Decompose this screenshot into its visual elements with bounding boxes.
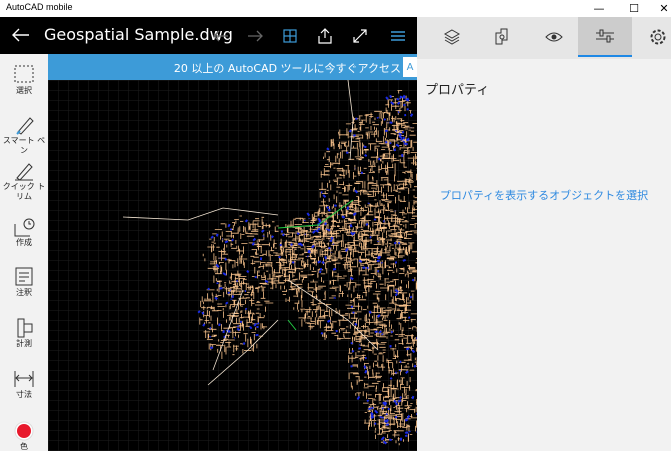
panel-heading: プロパティ bbox=[425, 83, 490, 98]
promo-banner-text: 20 以上の AutoCAD ツールに今すぐアクセス bbox=[173, 62, 401, 75]
select-icon bbox=[14, 65, 34, 83]
maximize-button[interactable]: ☐ bbox=[620, 0, 648, 17]
redo-icon bbox=[248, 30, 263, 42]
measure-tool[interactable]: 計測 bbox=[0, 317, 48, 349]
tab-blocks[interactable] bbox=[475, 17, 529, 57]
menu-button[interactable] bbox=[385, 23, 411, 49]
annotate-tool-label: 注釈 bbox=[16, 288, 32, 297]
close-button[interactable]: ✕ bbox=[650, 0, 671, 17]
minimize-icon: — bbox=[593, 2, 605, 15]
undo-button[interactable] bbox=[208, 23, 234, 49]
create-tool[interactable]: 作成 bbox=[0, 216, 48, 248]
grid-icon bbox=[283, 29, 297, 43]
smart-pen-tool[interactable]: スマート ペン bbox=[0, 114, 48, 156]
color-icon bbox=[14, 421, 34, 441]
back-button[interactable] bbox=[8, 22, 34, 48]
menu-icon bbox=[391, 31, 405, 41]
tool-rail: 選択 スマート ペン クイック トリム 作成 注釈 計測 寸法 色 bbox=[0, 54, 48, 451]
drawing-toolbar: Geospatial Sample.dwg bbox=[0, 17, 417, 54]
tab-properties[interactable] bbox=[578, 17, 632, 57]
grid-button[interactable] bbox=[277, 23, 303, 49]
quick-trim-tool[interactable]: クイック トリム bbox=[0, 160, 48, 202]
properties-panel: プロパティ プロパティを表示するオブジェクトを選択 bbox=[417, 17, 671, 451]
smart-pen-icon bbox=[16, 117, 34, 135]
tab-view[interactable] bbox=[527, 17, 581, 57]
measure-icon bbox=[17, 318, 33, 338]
create-tool-label: 作成 bbox=[16, 238, 32, 247]
view-icon bbox=[545, 32, 563, 42]
dimension-tool[interactable]: 寸法 bbox=[0, 368, 48, 400]
app-title: AutoCAD mobile bbox=[6, 2, 73, 12]
fullscreen-icon bbox=[353, 29, 367, 43]
drawing-canvas[interactable] bbox=[48, 80, 417, 451]
dimension-tool-label: 寸法 bbox=[16, 390, 32, 399]
undo-icon bbox=[213, 30, 228, 42]
share-button[interactable] bbox=[312, 23, 338, 49]
select-object-message[interactable]: プロパティを表示するオブジェクトを選択 bbox=[417, 187, 671, 203]
tab-settings[interactable] bbox=[631, 17, 671, 57]
back-icon bbox=[12, 28, 29, 42]
annotate-icon bbox=[15, 267, 33, 286]
select-tool-label: 選択 bbox=[16, 86, 32, 95]
fullscreen-button[interactable] bbox=[347, 23, 373, 49]
measure-tool-label: 計測 bbox=[16, 339, 32, 348]
dimension-icon bbox=[14, 371, 34, 387]
promo-banner[interactable]: 20 以上の AutoCAD ツールに今すぐアクセス A bbox=[48, 54, 417, 80]
settings-icon bbox=[650, 29, 666, 45]
blocks-icon bbox=[495, 28, 508, 45]
properties-icon bbox=[596, 29, 614, 43]
share-icon bbox=[318, 28, 332, 44]
quick-trim-icon bbox=[15, 163, 33, 181]
color-tool[interactable]: 色 bbox=[0, 420, 48, 452]
smart-pen-tool-label: スマート ペン bbox=[2, 136, 46, 155]
promo-banner-edge: A bbox=[403, 57, 417, 77]
quick-trim-tool-label: クイック トリム bbox=[2, 182, 46, 201]
file-title: Geospatial Sample.dwg bbox=[44, 25, 233, 44]
map-drawing bbox=[48, 80, 417, 451]
select-tool[interactable]: 選択 bbox=[0, 64, 48, 96]
tab-layers[interactable] bbox=[425, 17, 479, 57]
title-bar: AutoCAD mobile — ☐ ✕ bbox=[0, 0, 671, 17]
annotate-tool[interactable]: 注釈 bbox=[0, 266, 48, 298]
close-icon: ✕ bbox=[659, 2, 669, 15]
create-icon bbox=[14, 218, 35, 237]
maximize-icon: ☐ bbox=[629, 2, 639, 15]
redo-button[interactable] bbox=[242, 23, 268, 49]
panel-tab-bar bbox=[417, 17, 671, 59]
layers-icon bbox=[443, 29, 461, 45]
minimize-button[interactable]: — bbox=[585, 0, 613, 17]
